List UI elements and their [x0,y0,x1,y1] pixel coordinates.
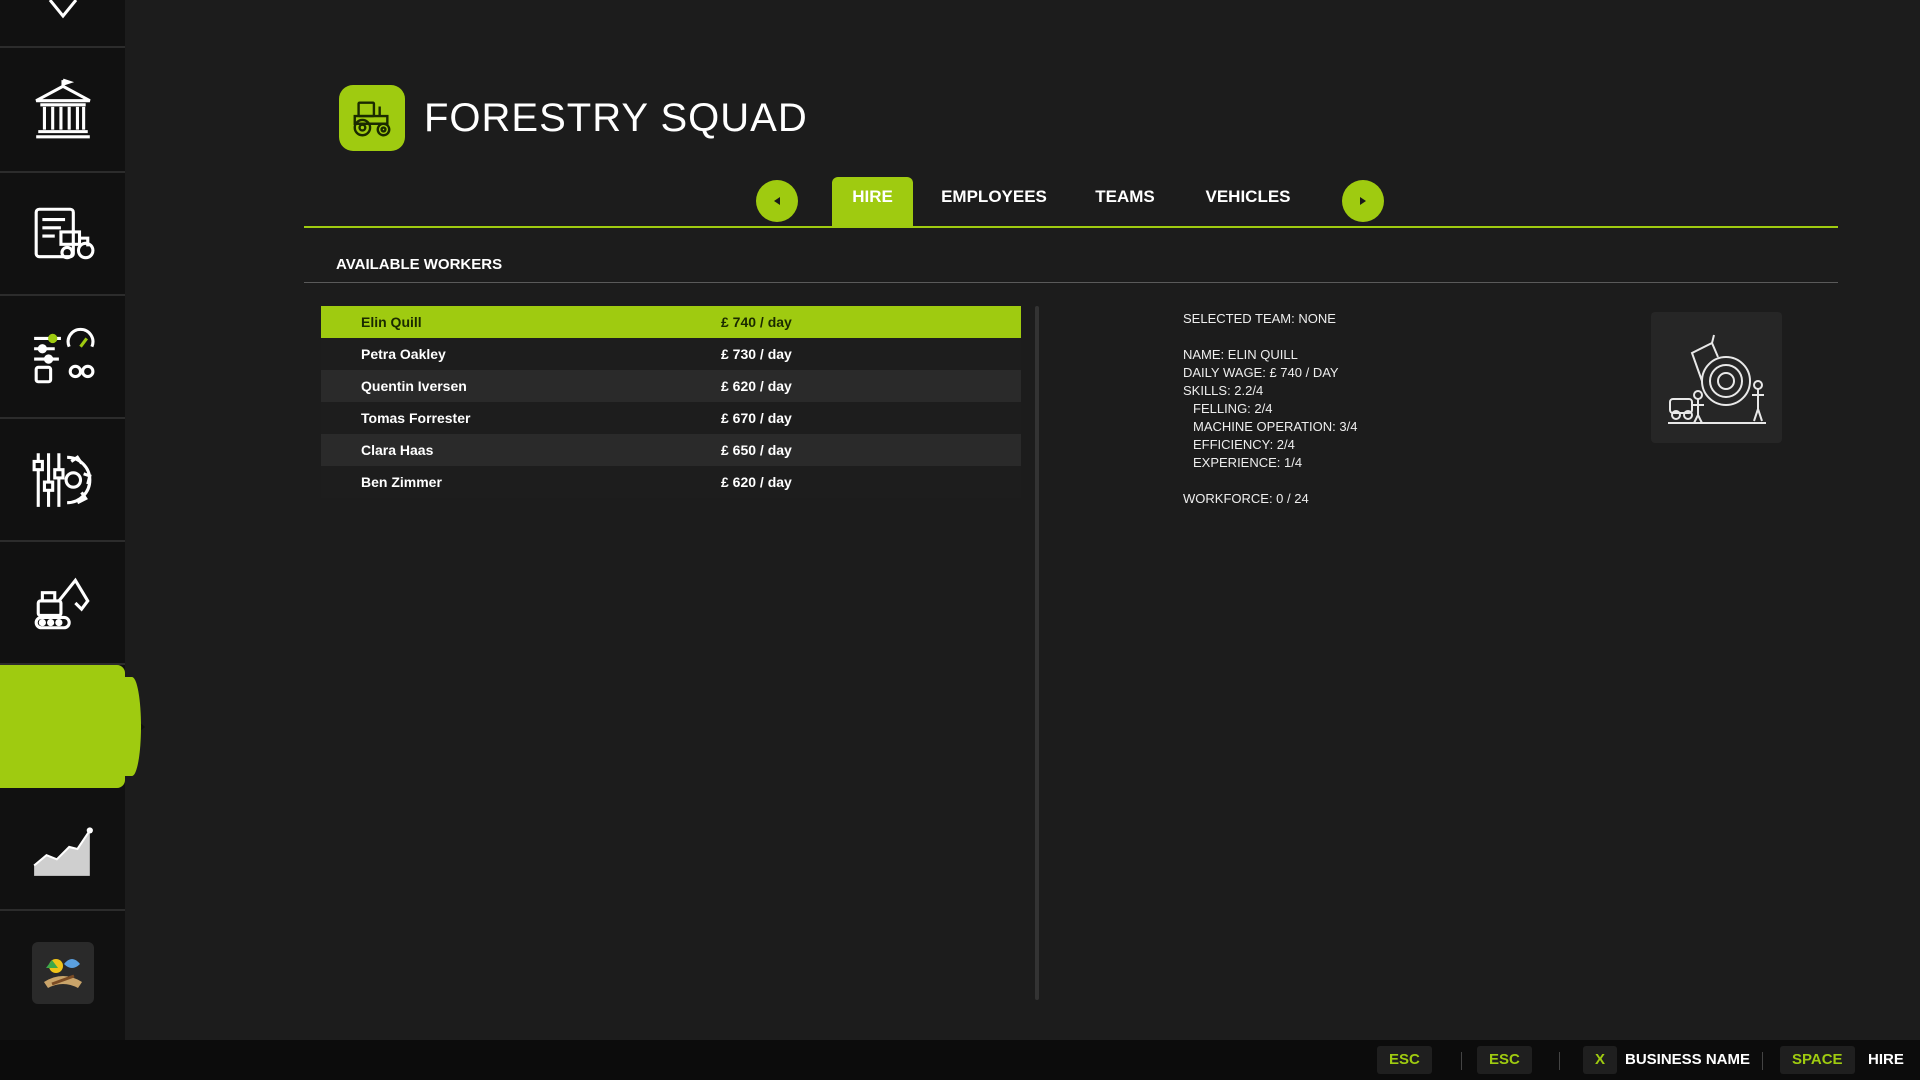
tab-teams[interactable]: TEAMS [1085,177,1165,227]
worker-name: Ben Zimmer [361,474,442,490]
section-title: AVAILABLE WORKERS [336,256,503,273]
footer-divider [1762,1052,1763,1070]
sidebar-item-map[interactable] [0,0,125,48]
farm-thumbnail [31,941,94,1004]
active-indicator-icon [138,720,145,733]
esc-key-hint[interactable]: ESC [1377,1046,1432,1074]
worker-name: Tomas Forrester [361,410,471,426]
worker-wage: £ 620 / day [721,474,792,490]
sidebar-item-gear-settings[interactable] [0,419,125,542]
tab-underline [304,226,1838,228]
footer-bar: ESC ESC X BUSINESS NAME SPACE HIRE [0,1040,1920,1080]
selected-team: SELECTED TEAM: NONE [1183,311,1336,326]
worker-name: Petra Oakley [361,346,446,362]
sidebar-item-farm[interactable] [0,911,125,1034]
worker-detail-wage: DAILY WAGE: £ 740 / DAY [1183,365,1339,380]
sidebar-item-active[interactable] [0,665,145,788]
skill-felling: FELLING: 2/4 [1193,401,1273,416]
worker-wage: £ 650 / day [721,442,792,458]
forestry-worker-illustration-icon [1667,334,1766,424]
footer-divider [1461,1052,1462,1070]
skill-experience: EXPERIENCE: 1/4 [1193,455,1303,470]
worker-wage: £ 730 / day [721,346,792,362]
footer-divider [1559,1052,1560,1070]
contracts-icon [34,207,94,259]
sidebar-item-statistics[interactable] [0,788,125,911]
tab-hire[interactable]: HIRE [832,177,913,227]
worker-detail-skills: SKILLS: 2.2/4 [1183,383,1264,398]
next-tab-button[interactable] [1342,180,1384,222]
sidebar-item-contracts[interactable] [0,173,125,296]
worker-row[interactable]: Quentin Iversen £ 620 / day [321,370,1021,402]
page-title: FORESTRY SQUAD [424,96,808,140]
farm-thumbnail-icon [43,958,82,988]
bank-icon [34,78,91,138]
tab-vehicles[interactable]: VEHICLES [1195,177,1301,227]
header-icon-badge [339,85,405,151]
worker-row[interactable]: Elin Quill £ 740 / day [321,306,1021,338]
gear-sliders-icon [32,452,92,507]
worker-row[interactable]: Petra Oakley £ 730 / day [321,338,1021,370]
worker-name: Quentin Iversen [361,378,467,394]
sidebar-item-bank[interactable] [0,50,125,173]
worker-name: Clara Haas [361,442,434,458]
settings-sliders-icon [33,327,94,383]
sidebar-item-construction[interactable] [0,542,125,665]
worker-wage: £ 670 / day [721,410,792,426]
worker-detail-name: NAME: ELIN QUILL [1183,347,1298,362]
worker-name: Elin Quill [361,314,422,330]
hire-action-label: HIRE [1868,1051,1904,1068]
map-pin-icon [48,0,77,19]
workforce-count: WORKFORCE: 0 / 24 [1183,491,1309,506]
worker-list: Elin Quill £ 740 / day Petra Oakley £ 73… [321,306,1021,498]
section-divider [304,282,1838,283]
excavator-icon [34,577,90,629]
x-key-hint[interactable]: X [1583,1046,1618,1074]
business-name-label: BUSINESS NAME [1625,1051,1751,1068]
worker-wage: £ 620 / day [721,378,792,394]
worker-list-scrollbar[interactable] [1035,306,1039,1000]
worker-row[interactable]: Ben Zimmer £ 620 / day [321,466,1021,498]
skill-efficiency: EFFICIENCY: 2/4 [1193,437,1295,452]
esc-key-hint-2[interactable]: ESC [1477,1046,1532,1074]
tractor-icon [353,101,391,137]
worker-image [1651,312,1782,443]
worker-row[interactable]: Tomas Forrester £ 670 / day [321,402,1021,434]
worker-details: SELECTED TEAM: NONE NAME: ELIN QUILL DAI… [1183,310,1357,508]
arrow-left-icon [774,197,780,205]
arrow-right-icon [1360,197,1366,205]
stats-chart-icon [32,826,93,876]
worker-row[interactable]: Clara Haas £ 650 / day [321,434,1021,466]
previous-tab-button[interactable] [756,180,798,222]
tab-employees[interactable]: EMPLOYEES [930,177,1058,227]
space-key-hint[interactable]: SPACE [1780,1046,1855,1074]
worker-wage: £ 740 / day [721,314,792,330]
skill-machine-operation: MACHINE OPERATION: 3/4 [1193,419,1358,434]
sidebar-item-settings[interactable] [0,296,125,419]
sidebar [0,0,145,1040]
